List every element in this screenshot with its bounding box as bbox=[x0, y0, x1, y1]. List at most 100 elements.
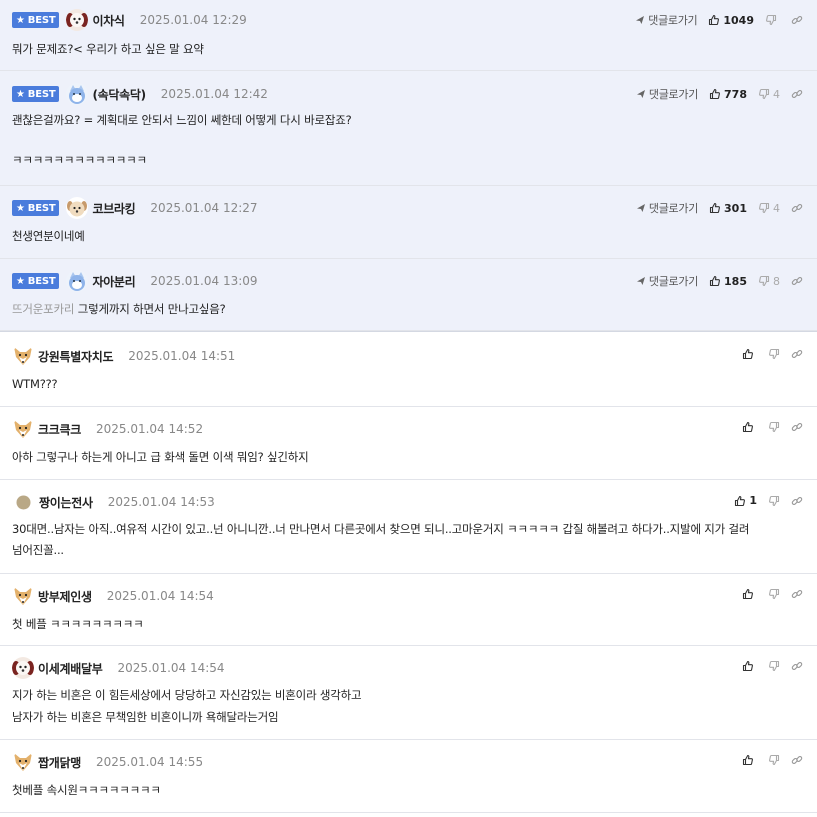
downvote-button[interactable] bbox=[768, 348, 780, 360]
comment-text: 첫 베플 ㅋㅋㅋㅋㅋㅋㅋㅋㅋ bbox=[12, 617, 144, 631]
upvote-button[interactable]: 185 bbox=[709, 275, 747, 288]
thumbs-down-icon bbox=[768, 660, 780, 672]
downvote-button[interactable]: 8 bbox=[758, 275, 780, 288]
best-badge-label: BEST bbox=[27, 14, 56, 26]
thumbs-up-icon bbox=[742, 660, 754, 672]
comment-text: 뭐가 문제죠?< 우리가 하고 싶은 말 요약 bbox=[12, 42, 204, 56]
puppy-icon[interactable] bbox=[66, 197, 89, 219]
go-to-reply-link[interactable]: 댓글로가기 bbox=[635, 12, 698, 28]
comment-actions bbox=[731, 660, 803, 672]
star-icon: ★ bbox=[16, 275, 25, 287]
copy-link-button[interactable] bbox=[791, 348, 803, 360]
username[interactable]: 이세계배달부 bbox=[38, 660, 103, 677]
reply-arrow-icon bbox=[636, 89, 649, 99]
comment-header: ★ BEST 코브라킹 2025.01.04 12:27 bbox=[12, 197, 258, 219]
username[interactable]: 코브라킹 bbox=[92, 200, 135, 217]
downvote-button[interactable]: 4 bbox=[758, 88, 780, 101]
copy-link-button[interactable] bbox=[791, 14, 803, 26]
copy-link-button[interactable] bbox=[791, 88, 803, 100]
link-icon bbox=[791, 754, 803, 766]
comment-text: 지가 하는 비혼은 이 힘든세상에서 당당하고 자신감있는 비혼이라 생각하고 bbox=[12, 688, 362, 702]
star-icon: ★ bbox=[16, 202, 25, 214]
downvote-button[interactable] bbox=[768, 754, 780, 766]
best-badge-label: BEST bbox=[27, 202, 56, 214]
upvote-count: 1049 bbox=[723, 13, 754, 27]
comment-body: 지가 하는 비혼은 이 힘든세상에서 당당하고 자신감있는 비혼이라 생각하고 남… bbox=[12, 684, 803, 728]
comment-body: 뭐가 문제죠?< 우리가 하고 싶은 말 요약 bbox=[12, 38, 803, 60]
username[interactable]: 크크큭크 bbox=[38, 421, 81, 438]
thumbs-down-icon bbox=[768, 348, 780, 360]
upvote-button[interactable] bbox=[742, 348, 757, 360]
thumbs-down-icon bbox=[758, 88, 770, 100]
downvote-button[interactable] bbox=[768, 421, 780, 433]
dog-red-icon[interactable] bbox=[12, 657, 34, 679]
username[interactable]: 강원특별자치도 bbox=[38, 348, 113, 365]
best-badge: ★ BEST bbox=[12, 12, 60, 28]
star-icon: ★ bbox=[16, 14, 25, 26]
username[interactable]: 자아분리 bbox=[92, 273, 135, 290]
upvote-button[interactable]: 1 bbox=[734, 494, 757, 507]
copy-link-button[interactable] bbox=[791, 495, 803, 507]
downvote-button[interactable] bbox=[768, 495, 780, 507]
comment: 크크큭크 2025.01.04 14:52 아하 그렇구나 하는게 아니고 급 화색… bbox=[0, 407, 817, 480]
upvote-button[interactable] bbox=[742, 754, 757, 766]
comment-header: 강원특별자치도 2025.01.04 14:51 bbox=[12, 345, 235, 367]
upvote-button[interactable]: 301 bbox=[709, 202, 747, 215]
downvote-button[interactable] bbox=[768, 660, 780, 672]
best-comment: ★ BEST (속닥속닥) 2025.01.04 12:42 댓글로가기 778 4 괜찮은걸… bbox=[0, 71, 817, 186]
comment-body: 뜨거운포카리 그렇게까지 하면서 만나고싶음? bbox=[12, 298, 803, 320]
cat-blue-icon[interactable] bbox=[66, 83, 89, 105]
comment-text: 아하 그렇구나 하는게 아니고 급 화색 돌면 이색 뭐임? 싶긴하지 bbox=[12, 450, 309, 464]
upvote-button[interactable]: 1049 bbox=[708, 14, 754, 27]
copy-link-button[interactable] bbox=[791, 754, 803, 766]
comment-header: 짭개닭맹 2025.01.04 14:55 bbox=[12, 751, 204, 773]
timestamp: 2025.01.04 14:54 bbox=[117, 661, 225, 675]
go-to-reply-link[interactable]: 댓글로가기 bbox=[636, 273, 698, 289]
link-icon bbox=[791, 348, 803, 360]
username[interactable]: 방부제인생 bbox=[38, 588, 92, 605]
comment-line: 첫베플 속시원ㅋㅋㅋㅋㅋㅋㅋㅋ bbox=[12, 779, 803, 801]
thumbs-down-icon bbox=[768, 588, 780, 600]
comment: 강원특별자치도 2025.01.04 14:51 WTM??? bbox=[0, 334, 817, 407]
fox-icon[interactable] bbox=[12, 345, 34, 367]
go-to-reply-link[interactable]: 댓글로가기 bbox=[636, 86, 698, 102]
cat-blue-icon[interactable] bbox=[66, 270, 89, 292]
copy-link-button[interactable] bbox=[791, 421, 803, 433]
timestamp: 2025.01.04 12:27 bbox=[150, 201, 258, 215]
comment-actions bbox=[731, 348, 803, 360]
upvote-count: 1 bbox=[749, 494, 757, 507]
upvote-button[interactable] bbox=[742, 660, 757, 672]
upvote-button[interactable]: 778 bbox=[709, 88, 747, 101]
thumbs-up-icon bbox=[709, 202, 721, 214]
copy-link-button[interactable] bbox=[791, 202, 803, 214]
comment-line: 천생연분이네예 bbox=[12, 225, 803, 247]
timestamp: 2025.01.04 13:09 bbox=[150, 274, 258, 288]
username[interactable]: 짱이는전사 bbox=[39, 494, 93, 511]
comment-line: WTM??? bbox=[12, 373, 803, 395]
username[interactable]: 이차식 bbox=[92, 12, 125, 29]
downvote-button[interactable] bbox=[768, 588, 780, 600]
fox-icon[interactable] bbox=[12, 751, 34, 773]
upvote-button[interactable] bbox=[742, 588, 757, 600]
comment-header: 크크큭크 2025.01.04 14:52 bbox=[12, 418, 204, 440]
upvote-button[interactable] bbox=[742, 421, 757, 433]
username[interactable]: 짭개닭맹 bbox=[38, 754, 81, 771]
fox-icon[interactable] bbox=[12, 418, 34, 440]
copy-link-button[interactable] bbox=[791, 660, 803, 672]
reply-mention[interactable]: 뜨거운포카리 bbox=[12, 302, 74, 316]
downvote-button[interactable] bbox=[765, 14, 780, 26]
go-to-reply-link[interactable]: 댓글로가기 bbox=[636, 200, 698, 216]
dog-red-icon[interactable] bbox=[66, 9, 89, 31]
dot-icon[interactable] bbox=[16, 495, 31, 510]
comment-text: 넘어진꼴... bbox=[12, 543, 64, 557]
copy-link-button[interactable] bbox=[791, 588, 803, 600]
fox-icon[interactable] bbox=[12, 585, 34, 607]
copy-link-button[interactable] bbox=[791, 275, 803, 287]
timestamp: 2025.01.04 14:55 bbox=[95, 755, 204, 769]
downvote-button[interactable]: 4 bbox=[758, 202, 780, 215]
timestamp: 2025.01.04 14:52 bbox=[95, 422, 204, 436]
comment-actions: 댓글로가기 778 4 bbox=[625, 86, 803, 102]
best-badge: ★ BEST bbox=[12, 200, 60, 216]
username[interactable]: (속닥속닥) bbox=[92, 86, 146, 103]
reply-arrow-icon bbox=[636, 203, 649, 213]
